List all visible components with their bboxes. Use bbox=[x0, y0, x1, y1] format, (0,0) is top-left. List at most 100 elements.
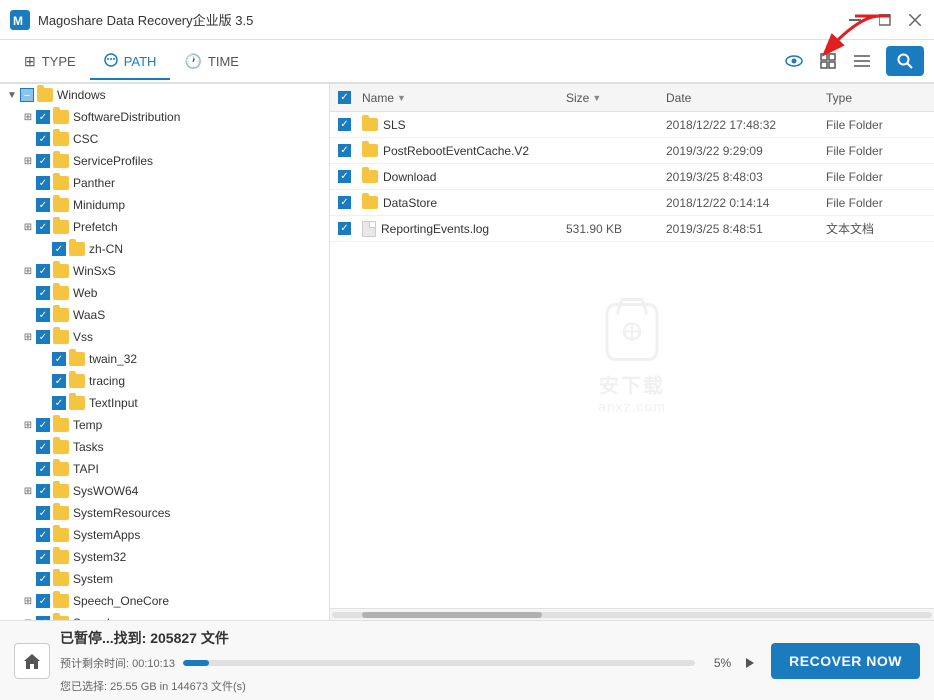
tab-type[interactable]: ⊞ TYPE bbox=[10, 45, 90, 80]
recover-now-button[interactable]: RECOVER NOW bbox=[771, 643, 920, 679]
search-button[interactable] bbox=[886, 46, 924, 76]
file-row[interactable]: ✓ SLS 2018/12/22 17:48:32 File Folder bbox=[330, 112, 934, 138]
tree-check[interactable]: ✓ bbox=[36, 528, 50, 542]
check-box[interactable]: ✓ bbox=[338, 144, 351, 157]
horizontal-scrollbar[interactable] bbox=[330, 608, 934, 620]
expand-icon[interactable]: ▼ bbox=[4, 87, 20, 103]
tree-item-textinput[interactable]: ✓ TextInput bbox=[0, 392, 329, 414]
minimize-button[interactable] bbox=[846, 11, 864, 29]
tree-check[interactable]: ✓ bbox=[36, 220, 50, 234]
file-date: 2019/3/22 9:29:09 bbox=[666, 144, 826, 158]
header-type[interactable]: Type bbox=[826, 91, 926, 105]
tree-item-minidump[interactable]: ✓ Minidump bbox=[0, 194, 329, 216]
row-check[interactable]: ✓ bbox=[338, 118, 362, 131]
tree-check[interactable]: ✓ bbox=[36, 286, 50, 300]
tree-check[interactable]: ✓ bbox=[36, 132, 50, 146]
tree-item-waas[interactable]: ✓ WaaS bbox=[0, 304, 329, 326]
check-box[interactable]: ✓ bbox=[338, 118, 351, 131]
tree-item-system32[interactable]: ✓ System32 bbox=[0, 546, 329, 568]
tree-check[interactable]: ✓ bbox=[36, 506, 50, 520]
tree-check[interactable]: ✓ bbox=[36, 154, 50, 168]
tree-check-windows[interactable]: – bbox=[20, 88, 34, 102]
pause-play-button[interactable] bbox=[739, 652, 761, 674]
tree-item-twain32[interactable]: ✓ twain_32 bbox=[0, 348, 329, 370]
tab-time[interactable]: 🕐 TIME bbox=[170, 45, 253, 80]
maximize-button[interactable] bbox=[876, 11, 894, 29]
tree-item-speech-onecore[interactable]: ⊞ ✓ Speech_OneCore bbox=[0, 590, 329, 612]
tree-check[interactable]: ✓ bbox=[36, 330, 50, 344]
file-row[interactable]: ✓ DataStore 2018/12/22 0:14:14 File Fold… bbox=[330, 190, 934, 216]
expand-icon[interactable]: ⊞ bbox=[20, 263, 36, 279]
tree-item-windows[interactable]: ▼ – Windows bbox=[0, 84, 329, 106]
tree-check[interactable]: ✓ bbox=[36, 484, 50, 498]
tree-check[interactable]: ✓ bbox=[52, 242, 66, 256]
tree-item-zhcn[interactable]: ✓ zh-CN bbox=[0, 238, 329, 260]
expand-icon[interactable]: ⊞ bbox=[20, 417, 36, 433]
tree-item-systemresources[interactable]: ✓ SystemResources bbox=[0, 502, 329, 524]
row-check[interactable]: ✓ bbox=[338, 196, 362, 209]
expand-icon[interactable]: ⊞ bbox=[20, 153, 36, 169]
close-button[interactable] bbox=[906, 11, 924, 29]
check-box[interactable]: ✓ bbox=[338, 222, 351, 235]
row-check[interactable]: ✓ bbox=[338, 170, 362, 183]
tree-item-tapi[interactable]: ✓ TAPI bbox=[0, 458, 329, 480]
tree-item-speech[interactable]: ⊞ ✓ Speech bbox=[0, 612, 329, 620]
check-box[interactable]: ✓ bbox=[338, 196, 351, 209]
header-name[interactable]: Name ▼ bbox=[362, 91, 566, 105]
tree-check[interactable]: ✓ bbox=[36, 198, 50, 212]
header-check[interactable]: ✓ bbox=[338, 91, 362, 104]
grid-view-button[interactable] bbox=[814, 47, 842, 75]
file-date: 2019/3/25 8:48:51 bbox=[666, 222, 826, 236]
expand-icon[interactable]: ⊞ bbox=[20, 593, 36, 609]
tree-check[interactable]: ✓ bbox=[52, 396, 66, 410]
list-view-button[interactable] bbox=[848, 47, 876, 75]
expand-icon[interactable]: ⊞ bbox=[20, 483, 36, 499]
folder-icon bbox=[53, 286, 69, 300]
time-label: 预计剩余时间: 00:10:13 bbox=[60, 655, 175, 671]
tab-path[interactable]: PATH bbox=[90, 45, 171, 80]
tree-item-csc[interactable]: ✓ CSC bbox=[0, 128, 329, 150]
file-row[interactable]: ✓ PostRebootEventCache.V2 2019/3/22 9:29… bbox=[330, 138, 934, 164]
tree-item-systemapps[interactable]: ✓ SystemApps bbox=[0, 524, 329, 546]
expand-icon[interactable]: ⊞ bbox=[20, 329, 36, 345]
tree-check[interactable]: ✓ bbox=[36, 418, 50, 432]
row-check[interactable]: ✓ bbox=[338, 144, 362, 157]
tree-check[interactable]: ✓ bbox=[36, 594, 50, 608]
file-row[interactable]: ✓ ReportingEvents.log 531.90 KB 2019/3/2… bbox=[330, 216, 934, 242]
file-row[interactable]: ✓ Download 2019/3/25 8:48:03 File Folder bbox=[330, 164, 934, 190]
tree-item-winsxs[interactable]: ⊞ ✓ WinSxS bbox=[0, 260, 329, 282]
tree-item-web[interactable]: ✓ Web bbox=[0, 282, 329, 304]
tree-check[interactable]: ✓ bbox=[52, 374, 66, 388]
header-size[interactable]: Size ▼ bbox=[566, 91, 666, 105]
tree-check[interactable]: ✓ bbox=[36, 264, 50, 278]
check-box[interactable]: ✓ bbox=[338, 170, 351, 183]
scroll-thumb[interactable] bbox=[362, 612, 542, 618]
tree-item-syswow64[interactable]: ⊞ ✓ SysWOW64 bbox=[0, 480, 329, 502]
tree-item-tasks[interactable]: ✓ Tasks bbox=[0, 436, 329, 458]
eye-button[interactable] bbox=[780, 47, 808, 75]
tree-item-temp[interactable]: ⊞ ✓ Temp bbox=[0, 414, 329, 436]
tree-check[interactable]: ✓ bbox=[36, 572, 50, 586]
tree-check[interactable]: ✓ bbox=[36, 440, 50, 454]
tree-item-tracing[interactable]: ✓ tracing bbox=[0, 370, 329, 392]
folder-icon bbox=[69, 242, 85, 256]
expand-icon bbox=[20, 285, 36, 301]
tree-check[interactable]: ✓ bbox=[36, 308, 50, 322]
expand-icon[interactable]: ⊞ bbox=[20, 219, 36, 235]
tree-check[interactable]: ✓ bbox=[36, 550, 50, 564]
tree-item-softwaredist[interactable]: ⊞ ✓ SoftwareDistribution bbox=[0, 106, 329, 128]
tree-check[interactable]: ✓ bbox=[36, 110, 50, 124]
header-check-box[interactable]: ✓ bbox=[338, 91, 351, 104]
row-check[interactable]: ✓ bbox=[338, 222, 362, 235]
tree-check[interactable]: ✓ bbox=[36, 462, 50, 476]
tree-check[interactable]: ✓ bbox=[52, 352, 66, 366]
tree-item-serviceprofiles[interactable]: ⊞ ✓ ServiceProfiles bbox=[0, 150, 329, 172]
home-button[interactable] bbox=[14, 643, 50, 679]
tree-item-vss[interactable]: ⊞ ✓ Vss bbox=[0, 326, 329, 348]
header-date[interactable]: Date bbox=[666, 91, 826, 105]
tree-item-system[interactable]: ✓ System bbox=[0, 568, 329, 590]
tree-check[interactable]: ✓ bbox=[36, 176, 50, 190]
tree-item-prefetch[interactable]: ⊞ ✓ Prefetch bbox=[0, 216, 329, 238]
expand-icon[interactable]: ⊞ bbox=[20, 109, 36, 125]
tree-item-panther[interactable]: ✓ Panther bbox=[0, 172, 329, 194]
